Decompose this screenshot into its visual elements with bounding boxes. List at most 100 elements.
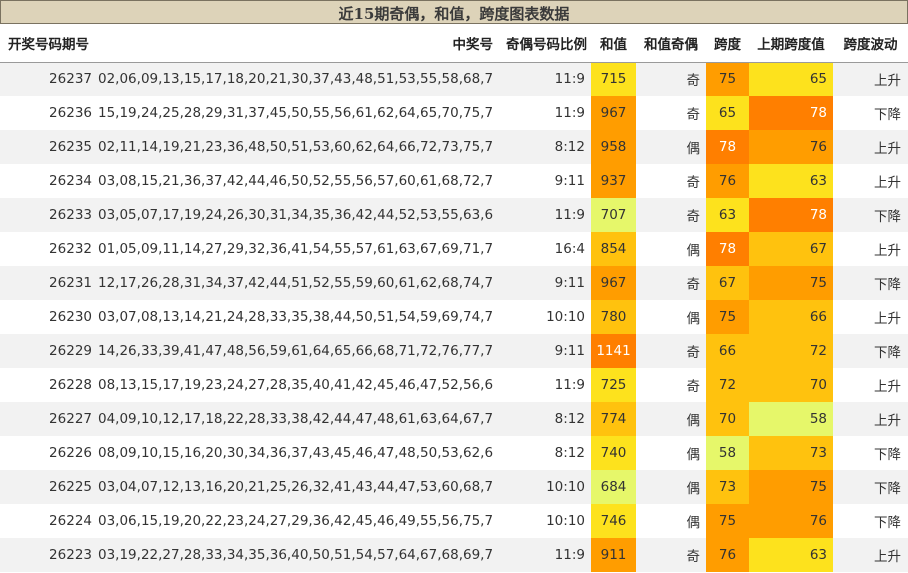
cell-sum: 725	[591, 368, 636, 402]
cell-odd-even-ratio: 11:9	[493, 62, 591, 96]
cell-issue: 26224	[0, 504, 98, 538]
cell-span-wave: 下降	[833, 96, 908, 130]
cell-sum-parity: 偶	[636, 232, 706, 266]
cell-span: 76	[706, 164, 749, 198]
cell-sum-parity: 偶	[636, 436, 706, 470]
header-span: 跨度	[706, 24, 749, 63]
cell-issue: 26225	[0, 470, 98, 504]
cell-sum-parity: 偶	[636, 402, 706, 436]
cell-sum: 707	[591, 198, 636, 232]
cell-issue: 26230	[0, 300, 98, 334]
cell-span: 65	[706, 96, 749, 130]
cell-span: 67	[706, 266, 749, 300]
cell-sum-parity: 偶	[636, 130, 706, 164]
cell-prev-span: 75	[749, 470, 833, 504]
cell-odd-even-ratio: 8:12	[493, 130, 591, 164]
table-row: 26224 03,06,15,19,20,22,23,24,27,29,36,42…	[0, 504, 908, 538]
cell-numbers: 08,09,10,15,16,20,30,34,36,37,43,45,46,4…	[98, 436, 493, 470]
cell-prev-span: 73	[749, 436, 833, 470]
cell-sum: 746	[591, 504, 636, 538]
cell-sum: 967	[591, 266, 636, 300]
cell-numbers: 03,06,15,19,20,22,23,24,27,29,36,42,45,4…	[98, 504, 493, 538]
cell-issue: 26226	[0, 436, 98, 470]
cell-span-wave: 上升	[833, 232, 908, 266]
lottery-data-table: 开奖号码期号 中奖号 奇偶号码比例 和值 和值奇偶 跨度 上期跨度值 跨度波动 …	[0, 24, 908, 572]
cell-sum: 684	[591, 470, 636, 504]
cell-span-wave: 上升	[833, 62, 908, 96]
cell-sum-parity: 奇	[636, 334, 706, 368]
cell-odd-even-ratio: 16:4	[493, 232, 591, 266]
table-row: 26226 08,09,10,15,16,20,30,34,36,37,43,45…	[0, 436, 908, 470]
cell-sum: 958	[591, 130, 636, 164]
cell-prev-span: 72	[749, 334, 833, 368]
cell-sum-parity: 奇	[636, 266, 706, 300]
table-row: 26229 14,26,33,39,41,47,48,56,59,61,64,65…	[0, 334, 908, 368]
cell-odd-even-ratio: 11:9	[493, 96, 591, 130]
header-span-wave: 跨度波动	[833, 24, 908, 63]
cell-prev-span: 67	[749, 232, 833, 266]
cell-span-wave: 下降	[833, 504, 908, 538]
cell-sum: 1141	[591, 334, 636, 368]
cell-issue: 26235	[0, 130, 98, 164]
cell-numbers: 08,13,15,17,19,23,24,27,28,35,40,41,42,4…	[98, 368, 493, 402]
header-row: 开奖号码期号 中奖号 奇偶号码比例 和值 和值奇偶 跨度 上期跨度值 跨度波动	[0, 24, 908, 63]
cell-sum-parity: 奇	[636, 198, 706, 232]
cell-span-wave: 上升	[833, 402, 908, 436]
cell-sum-parity: 奇	[636, 368, 706, 402]
cell-numbers: 04,09,10,12,17,18,22,28,33,38,42,44,47,4…	[98, 402, 493, 436]
cell-numbers: 03,04,07,12,13,16,20,21,25,26,32,41,43,4…	[98, 470, 493, 504]
cell-sum-parity: 偶	[636, 504, 706, 538]
cell-span: 76	[706, 538, 749, 572]
cell-span: 75	[706, 300, 749, 334]
cell-sum-parity: 奇	[636, 96, 706, 130]
cell-sum-parity: 奇	[636, 538, 706, 572]
cell-odd-even-ratio: 10:10	[493, 300, 591, 334]
table-row: 26227 04,09,10,12,17,18,22,28,33,38,42,44…	[0, 402, 908, 436]
cell-odd-even-ratio: 9:11	[493, 334, 591, 368]
cell-numbers: 02,11,14,19,21,23,36,48,50,51,53,60,62,6…	[98, 130, 493, 164]
header-sum: 和值	[591, 24, 636, 63]
cell-prev-span: 66	[749, 300, 833, 334]
cell-issue: 26223	[0, 538, 98, 572]
cell-span-wave: 上升	[833, 368, 908, 402]
cell-sum-parity: 偶	[636, 470, 706, 504]
table-body: 26237 02,06,09,13,15,17,18,20,21,30,37,43…	[0, 62, 908, 572]
cell-span: 75	[706, 504, 749, 538]
cell-sum: 740	[591, 436, 636, 470]
cell-sum: 967	[591, 96, 636, 130]
cell-sum-parity: 偶	[636, 300, 706, 334]
cell-odd-even-ratio: 8:12	[493, 402, 591, 436]
cell-issue: 26236	[0, 96, 98, 130]
header-issue: 开奖号码期号	[0, 24, 98, 63]
table-row: 26225 03,04,07,12,13,16,20,21,25,26,32,41…	[0, 470, 908, 504]
cell-sum-parity: 奇	[636, 164, 706, 198]
table-row: 26233 03,05,07,17,19,24,26,30,31,34,35,36…	[0, 198, 908, 232]
cell-span: 66	[706, 334, 749, 368]
cell-numbers: 02,06,09,13,15,17,18,20,21,30,37,43,48,5…	[98, 62, 493, 96]
cell-span: 70	[706, 402, 749, 436]
cell-numbers: 12,17,26,28,31,34,37,42,44,51,52,55,59,6…	[98, 266, 493, 300]
table-title: 近15期奇偶，和值，跨度图表数据	[0, 0, 908, 24]
table-row: 26231 12,17,26,28,31,34,37,42,44,51,52,55…	[0, 266, 908, 300]
cell-span-wave: 下降	[833, 266, 908, 300]
cell-odd-even-ratio: 9:11	[493, 266, 591, 300]
cell-sum: 911	[591, 538, 636, 572]
cell-span-wave: 下降	[833, 436, 908, 470]
cell-odd-even-ratio: 11:9	[493, 198, 591, 232]
cell-prev-span: 78	[749, 198, 833, 232]
cell-issue: 26237	[0, 62, 98, 96]
cell-odd-even-ratio: 10:10	[493, 470, 591, 504]
table-row: 26230 03,07,08,13,14,21,24,28,33,35,38,44…	[0, 300, 908, 334]
cell-span-wave: 上升	[833, 164, 908, 198]
table-row: 26234 03,08,15,21,36,37,42,44,46,50,52,55…	[0, 164, 908, 198]
cell-numbers: 03,19,22,27,28,33,34,35,36,40,50,51,54,5…	[98, 538, 493, 572]
cell-issue: 26232	[0, 232, 98, 266]
cell-numbers: 03,08,15,21,36,37,42,44,46,50,52,55,56,5…	[98, 164, 493, 198]
cell-issue: 26231	[0, 266, 98, 300]
table-row: 26237 02,06,09,13,15,17,18,20,21,30,37,43…	[0, 62, 908, 96]
cell-sum: 937	[591, 164, 636, 198]
cell-odd-even-ratio: 10:10	[493, 504, 591, 538]
cell-prev-span: 76	[749, 130, 833, 164]
cell-span-wave: 下降	[833, 334, 908, 368]
cell-span: 58	[706, 436, 749, 470]
